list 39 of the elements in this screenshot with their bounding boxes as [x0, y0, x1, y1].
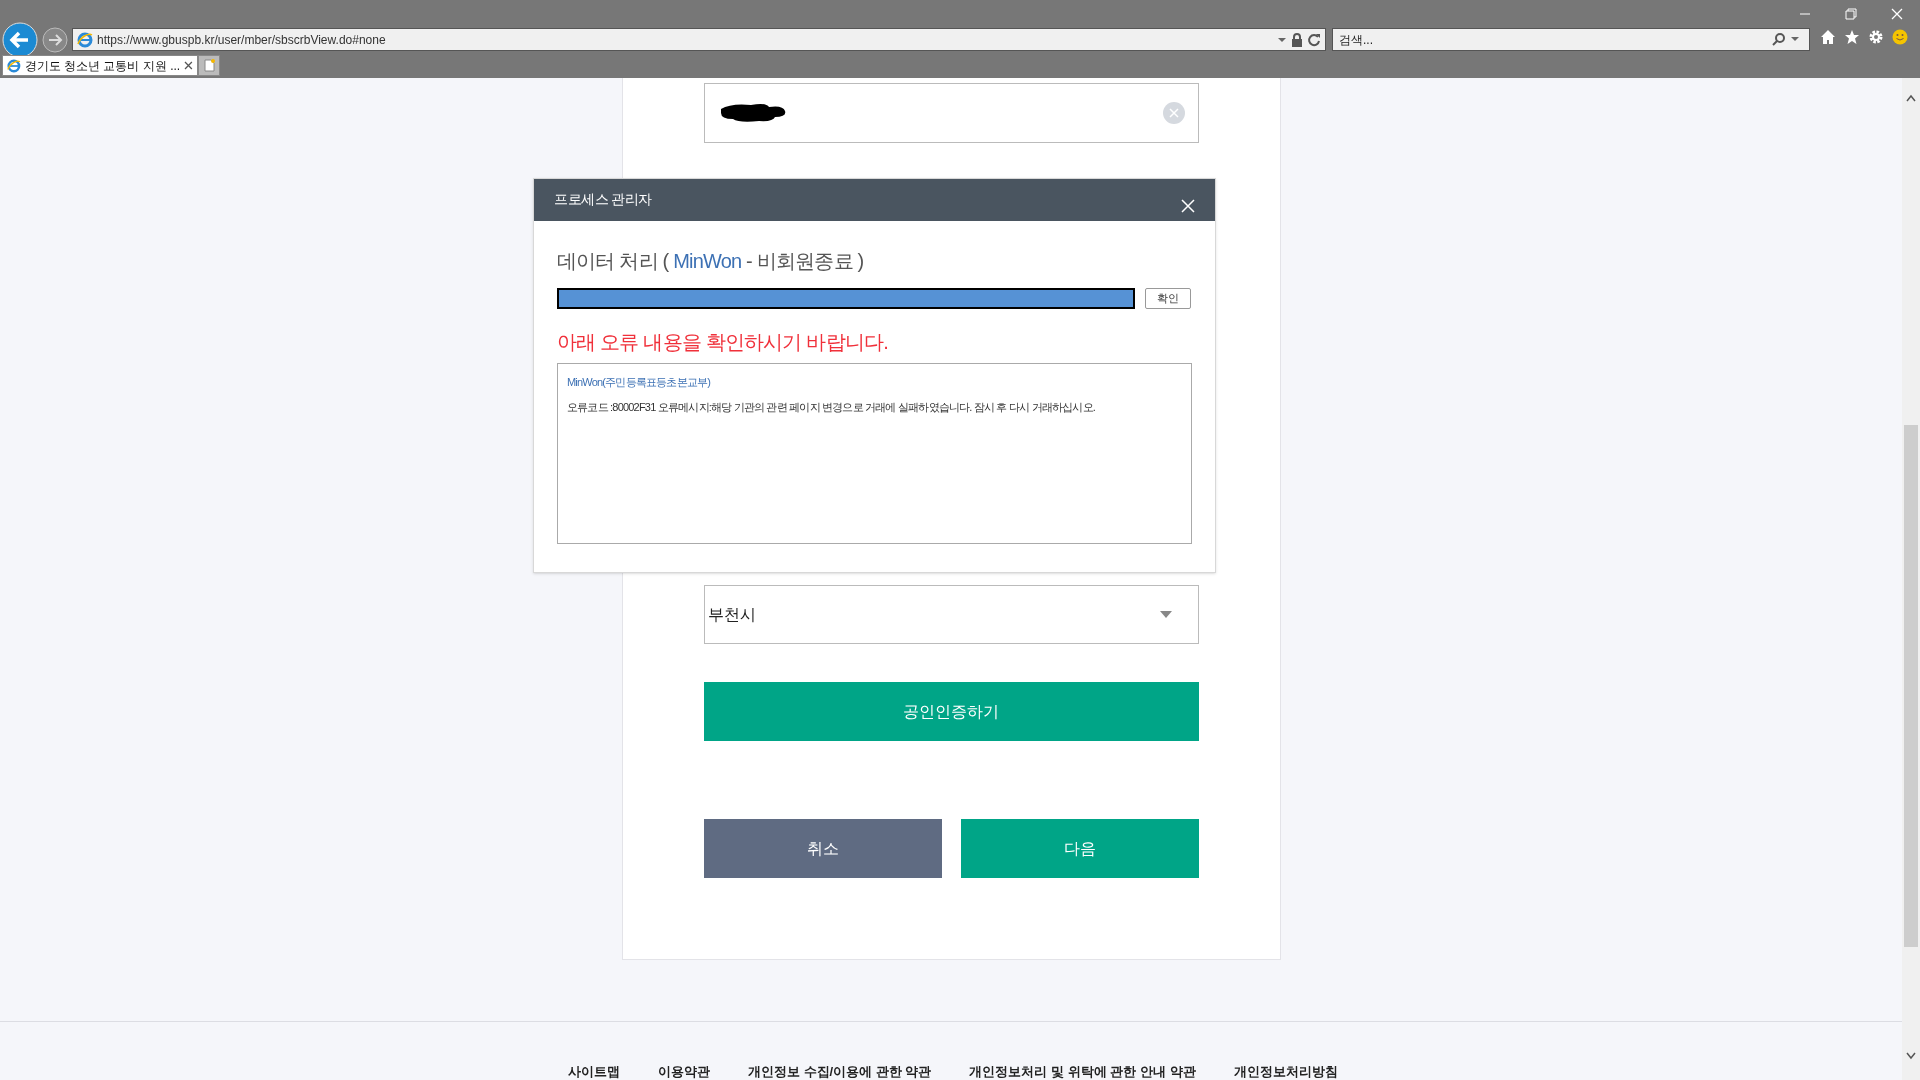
new-tab-button[interactable] — [198, 55, 220, 76]
error-notice: 아래 오류 내용을 확인하시기 바랍니다. — [557, 330, 889, 355]
footer-link[interactable]: 개인정보처리 및 위탁에 관한 안내 약관 — [969, 1062, 1196, 1080]
settings-icon[interactable] — [1868, 29, 1884, 45]
scrollbar-thumb[interactable] — [1904, 425, 1918, 947]
caret-icon — [1159, 611, 1172, 618]
search-field[interactable]: 검색... — [1332, 28, 1810, 51]
scroll-up-icon[interactable] — [1906, 94, 1916, 102]
footer-link[interactable]: 개인정보처리방침 — [1233, 1062, 1338, 1080]
confirm-button[interactable]: 확인 — [1145, 288, 1191, 309]
browser-logo-icon — [77, 31, 93, 48]
forward-icon[interactable] — [42, 27, 68, 53]
back-icon[interactable] — [2, 22, 38, 58]
scrollbar[interactable] — [1902, 78, 1920, 1080]
log-title: MinWon(주민등록표등초본교부) — [567, 375, 712, 390]
browser-logo-icon — [7, 58, 21, 73]
dropdown-icon[interactable] — [1790, 34, 1800, 44]
tab-title: 경기도 청소년 교통비 지원 ... — [24, 57, 181, 75]
star-icon[interactable] — [1844, 29, 1860, 45]
new-tab-icon — [203, 59, 215, 72]
smiley-icon[interactable] — [1892, 29, 1908, 45]
scroll-down-icon[interactable] — [1906, 1052, 1916, 1060]
dialog-heading: 데이터 처리 ( MinWon - 비회원종료 ) — [557, 249, 865, 274]
log-message: 오류코드 :80002F31 오류메시지:해당 기관의 관련 페이지 변경으로 거래에 실패하였습니다. 잠시 후 다시 거래하십시오. — [567, 399, 1097, 415]
close-icon[interactable] — [184, 61, 193, 70]
refresh-icon[interactable] — [1307, 32, 1321, 47]
search-icon[interactable] — [1772, 32, 1786, 46]
footer-link[interactable]: 이용약관 — [658, 1062, 710, 1080]
cancel-button[interactable]: 취소 — [703, 819, 942, 878]
footer-link[interactable]: 개인정보 수집/이용에 관한 약관 — [748, 1062, 932, 1080]
url-text: https://www.gbuspb.kr/user/mber/sbscrbView.do#none — [97, 31, 386, 49]
name-field[interactable] — [703, 83, 1199, 143]
address-bar[interactable]: https://www.gbuspb.kr/user/mber/sbscrbView.do#none — [72, 28, 1326, 51]
lock-icon — [1291, 32, 1303, 47]
home-icon[interactable] — [1820, 29, 1836, 45]
footer-link[interactable]: 사이트맵 — [568, 1062, 620, 1080]
dialog-title: 프로세스 관리자 — [554, 189, 653, 209]
city-select[interactable]: 부천시 — [703, 585, 1199, 644]
browser-tab[interactable]: 경기도 청소년 교통비 지원 ... — [2, 55, 198, 76]
